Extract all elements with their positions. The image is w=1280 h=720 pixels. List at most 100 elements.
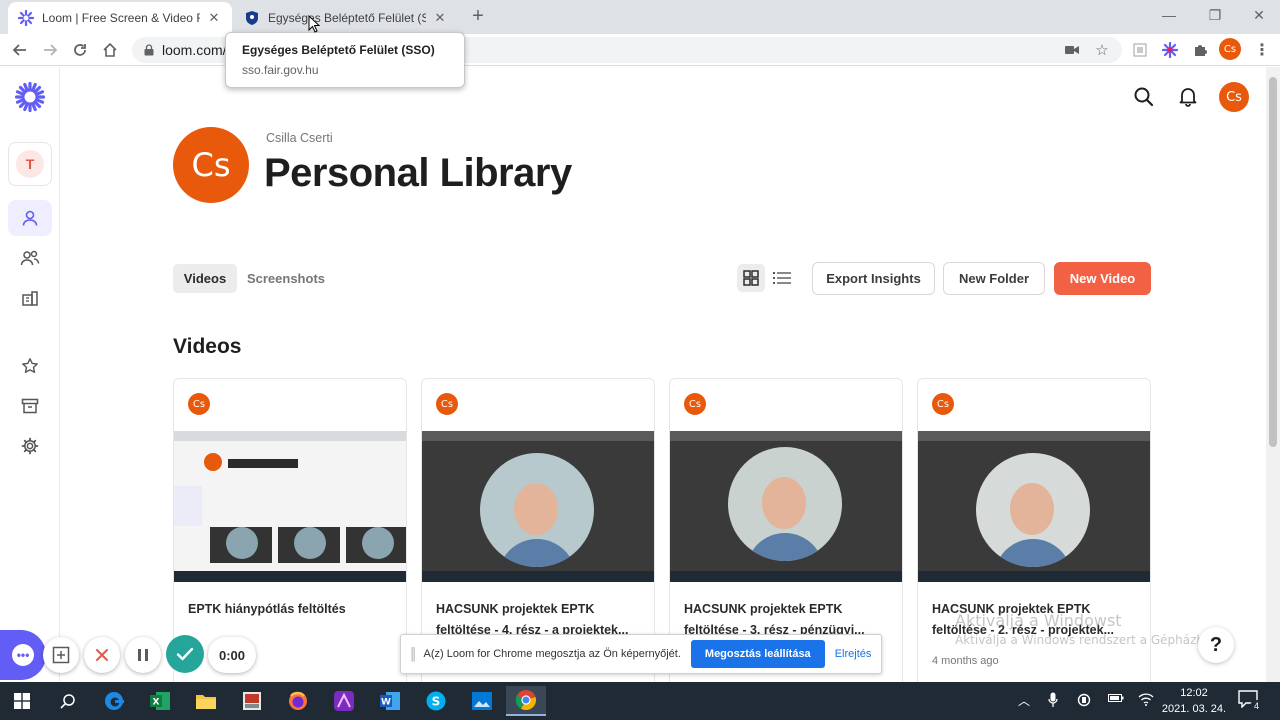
user-avatar[interactable]: Cs: [1219, 82, 1249, 112]
tab-sso[interactable]: Egységes Beléptető Felület (SSO) ✕: [234, 2, 458, 34]
close-icon: [96, 649, 108, 661]
notification-count: 4: [1250, 700, 1263, 713]
checkmark-icon: [176, 647, 194, 661]
maximize-icon[interactable]: ❐: [1192, 0, 1238, 30]
tab-screenshots[interactable]: Screenshots: [242, 264, 330, 293]
extension-page-icon[interactable]: [1130, 40, 1150, 60]
pause-recording-button[interactable]: [125, 637, 161, 673]
star-icon: [22, 358, 38, 373]
wifi-icon[interactable]: [1138, 692, 1154, 709]
card-avatar: Cs: [932, 393, 954, 415]
search-taskbar-icon[interactable]: [52, 686, 84, 716]
tab-title: Egységes Beléptető Felület (SSO): [268, 11, 426, 25]
person-icon: [22, 210, 38, 226]
clock-date: 2021. 03. 24.: [1161, 703, 1227, 715]
sidebar-item-personal-library[interactable]: [8, 200, 52, 236]
forward-icon[interactable]: [38, 38, 62, 62]
windows-taskbar: X W S ︿ 12:02 2021. 03. 24. 4: [0, 682, 1280, 720]
video-title[interactable]: EPTK hiánypótlás feltöltés: [188, 599, 394, 620]
drag-handle-icon[interactable]: ║: [409, 647, 417, 661]
minimize-icon[interactable]: —: [1146, 0, 1192, 30]
video-thumbnail[interactable]: [670, 431, 902, 582]
sidebar-item-watch-later[interactable]: [8, 348, 52, 384]
list-view-toggle[interactable]: [768, 264, 796, 292]
more-icon: •••: [12, 644, 34, 666]
bell-icon[interactable]: [1177, 85, 1201, 109]
camera-icon[interactable]: [1062, 40, 1082, 60]
firefox-icon[interactable]: [282, 686, 314, 716]
bookmark-star-icon[interactable]: ☆: [1092, 40, 1112, 60]
screen-share-bar: ║ A(z) Loom for Chrome megosztja az Ön k…: [400, 634, 882, 674]
grid-view-toggle[interactable]: [737, 264, 765, 292]
sidebar-item-team[interactable]: [8, 240, 52, 276]
loom-logo-icon[interactable]: [14, 81, 46, 113]
photos-app-icon[interactable]: [466, 686, 498, 716]
affinity-icon[interactable]: [328, 686, 360, 716]
sidebar-item-workspace[interactable]: [8, 280, 52, 316]
windows-start-icon[interactable]: [6, 686, 38, 716]
workspace-switcher[interactable]: T: [8, 142, 52, 186]
finish-recording-button[interactable]: [166, 635, 204, 673]
tab-close-icon[interactable]: ✕: [432, 10, 448, 26]
owner-name: Csilla Cserti: [266, 131, 333, 145]
cancel-recording-button[interactable]: [84, 637, 120, 673]
mouse-cursor-icon: [308, 14, 321, 38]
export-insights-button[interactable]: Export Insights: [812, 262, 935, 295]
share-message: A(z) Loom for Chrome megosztja az Ön kép…: [423, 648, 681, 660]
battery-icon[interactable]: [1108, 692, 1124, 707]
tab-loom[interactable]: Loom | Free Screen & Video Recording ✕: [8, 2, 232, 34]
sync-icon[interactable]: [1076, 692, 1092, 711]
word-icon[interactable]: W: [374, 686, 406, 716]
sidebar-item-archive[interactable]: [8, 388, 52, 424]
close-window-icon[interactable]: ✕: [1236, 0, 1280, 30]
skype-icon[interactable]: S: [420, 686, 452, 716]
tab-videos[interactable]: Videos: [173, 264, 237, 293]
video-thumbnail[interactable]: [422, 431, 654, 582]
chrome-menu-icon[interactable]: ⋮: [1252, 40, 1272, 60]
shield-favicon-icon: [244, 10, 260, 26]
new-tab-icon[interactable]: +: [468, 6, 488, 26]
new-video-button[interactable]: New Video: [1054, 262, 1151, 295]
help-button[interactable]: ?: [1198, 627, 1234, 663]
gear-icon: [21, 437, 39, 455]
svg-text:S: S: [432, 695, 441, 709]
notification-center-icon[interactable]: 4: [1238, 690, 1263, 713]
puzzle-extensions-icon[interactable]: [1190, 40, 1210, 60]
card-avatar: Cs: [188, 393, 210, 415]
new-folder-button[interactable]: New Folder: [943, 262, 1045, 295]
loom-extension-icon[interactable]: [1160, 40, 1180, 60]
microphone-icon[interactable]: [1048, 692, 1058, 711]
video-age: 4 months ago: [932, 655, 999, 667]
edge-icon[interactable]: [98, 686, 130, 716]
sidebar-item-settings[interactable]: [8, 428, 52, 464]
tooltip-title: Egységes Beléptető Felület (SSO): [242, 43, 435, 57]
tray-chevron-icon[interactable]: ︿: [1018, 692, 1030, 709]
loom-favicon-icon: [18, 10, 34, 26]
chrome-taskbar-icon[interactable]: [506, 686, 546, 716]
grid-icon: [743, 270, 759, 286]
tab-close-icon[interactable]: ✕: [206, 10, 222, 26]
reload-icon[interactable]: [68, 38, 92, 62]
activation-watermark: Aktiválja a Windowst Aktiválja a Windows…: [955, 611, 1219, 647]
profile-avatar[interactable]: Cs: [1219, 38, 1241, 60]
clock-time: 12:02: [1180, 687, 1208, 699]
home-icon[interactable]: [98, 38, 122, 62]
page-scrollbar[interactable]: [1266, 67, 1280, 682]
app-photo-icon[interactable]: [236, 686, 268, 716]
hide-button[interactable]: Elrejtés: [835, 648, 872, 660]
back-icon[interactable]: [8, 38, 32, 62]
file-explorer-icon[interactable]: [190, 686, 222, 716]
drawing-tool-button[interactable]: [43, 637, 79, 673]
scrollbar-thumb[interactable]: [1269, 77, 1277, 447]
svg-text:W: W: [381, 698, 391, 708]
video-card[interactable]: Cs EPTK hiánypótlás feltöltés: [173, 378, 407, 682]
taskbar-clock[interactable]: 12:02 2021. 03. 24.: [1160, 685, 1228, 717]
excel-icon[interactable]: X: [144, 686, 176, 716]
card-avatar: Cs: [436, 393, 458, 415]
video-thumbnail[interactable]: [174, 431, 406, 582]
video-thumbnail[interactable]: [918, 431, 1150, 582]
page-title: Personal Library: [264, 151, 572, 195]
search-icon[interactable]: [1133, 86, 1157, 110]
svg-text:X: X: [153, 698, 160, 708]
stop-sharing-button[interactable]: Megosztás leállítása: [690, 640, 825, 668]
